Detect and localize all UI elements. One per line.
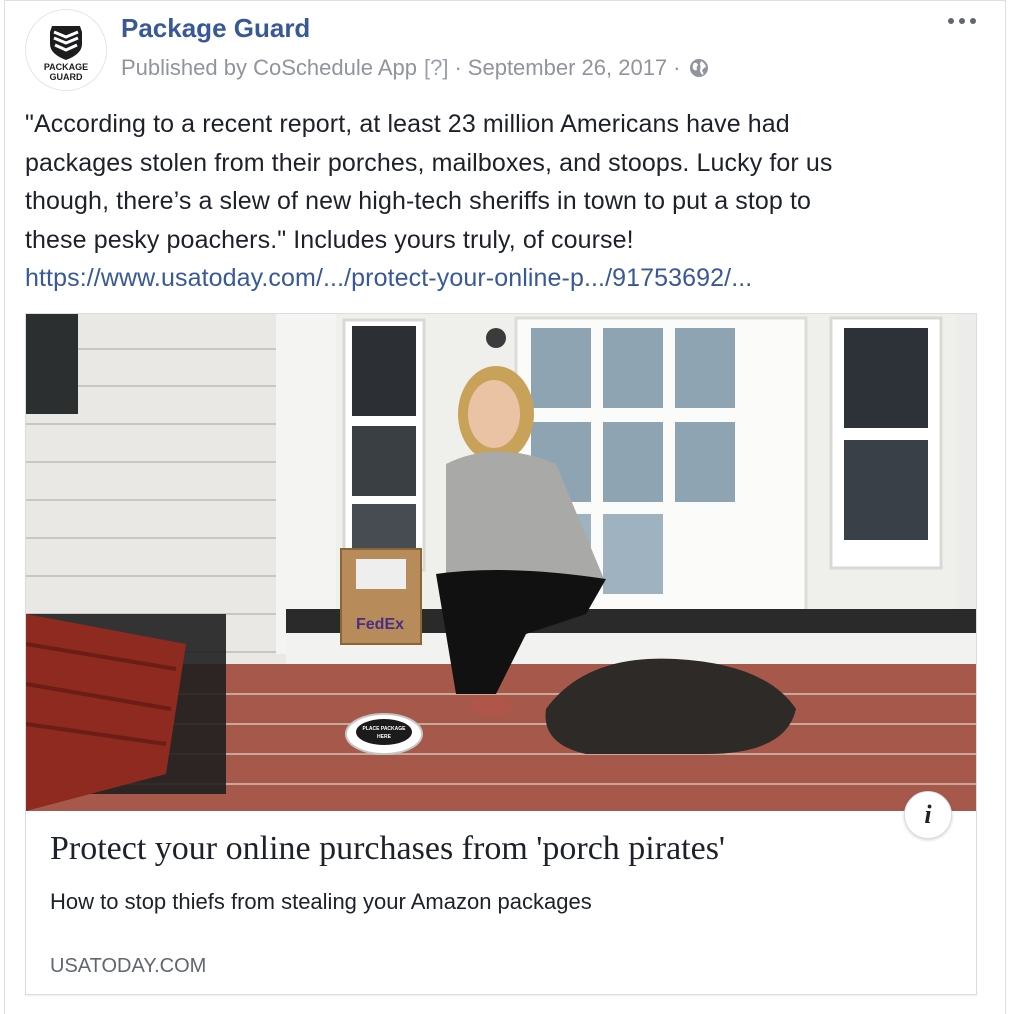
card-domain: USATODAY.COM: [50, 955, 207, 977]
link-preview-card[interactable]: FedEx PLACE PACKAGE HERE i Protect your …: [25, 313, 977, 995]
post-text-line: packages stolen from their porches, mail…: [25, 148, 833, 177]
page-avatar[interactable]: PACKAGE GUARD: [25, 9, 107, 91]
pad-bottom-text: HERE: [377, 734, 392, 740]
card-title[interactable]: Protect your online purchases from 'porc…: [50, 830, 725, 868]
facebook-post: PACKAGE GUARD Package Guard Published by…: [4, 0, 1006, 1014]
help-link[interactable]: [?]: [424, 55, 448, 81]
ellipsis-icon: [948, 18, 976, 24]
meta-separator: ·: [454, 55, 462, 80]
published-by-text: Published by CoSchedule App: [121, 55, 417, 80]
meta-separator-2: ·: [673, 55, 681, 80]
card-description: How to stop thiefs from stealing your Am…: [50, 889, 592, 914]
post-text-line: these pesky poachers." Includes yours tr…: [25, 225, 634, 254]
box-brand-text: FedEx: [356, 616, 404, 633]
article-url-link[interactable]: https://www.usatoday.com/.../protect-you…: [25, 259, 985, 298]
info-button[interactable]: i: [904, 791, 952, 839]
logo-text-1: PACKAGE: [44, 62, 88, 72]
article-image[interactable]: FedEx PLACE PACKAGE HERE: [26, 314, 976, 811]
package-guard-logo: PACKAGE GUARD: [44, 26, 88, 82]
logo-text-2: GUARD: [50, 72, 83, 82]
page-name-link[interactable]: Package Guard: [121, 13, 310, 44]
post-text-line: though, there’s a slew of new high-tech …: [25, 187, 812, 215]
post-message: "According to a recent report, at least …: [25, 105, 985, 298]
post-text-line: "According to a recent report, at least …: [25, 110, 790, 138]
post-date-link[interactable]: September 26, 2017: [468, 55, 667, 81]
globe-icon[interactable]: [689, 58, 709, 78]
more-options-button[interactable]: [945, 11, 979, 31]
post-meta: Published by CoSchedule App [?] · Septem…: [121, 55, 709, 81]
pad-top-text: PLACE PACKAGE: [363, 726, 407, 732]
